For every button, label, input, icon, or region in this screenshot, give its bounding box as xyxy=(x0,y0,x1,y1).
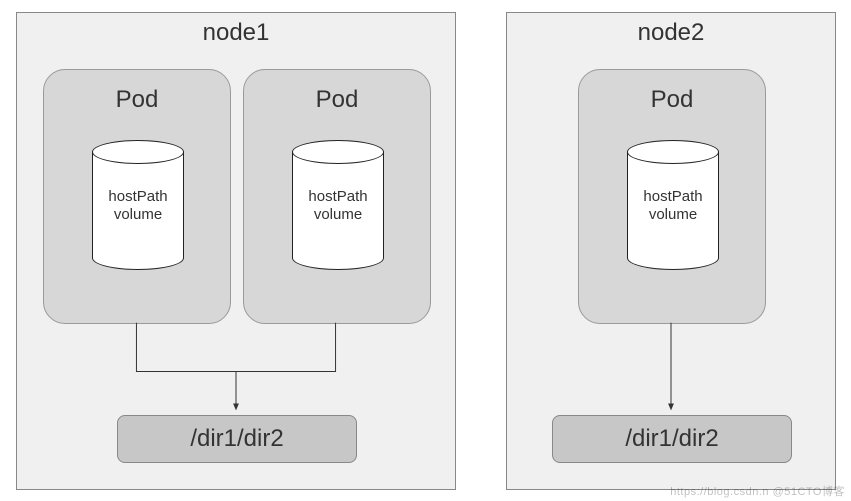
node1-title: node1 xyxy=(17,19,455,47)
volume-label-line2: volume xyxy=(314,206,362,223)
node2-pod-c-title: Pod xyxy=(579,86,765,114)
node1-pod-b-title: Pod xyxy=(244,86,430,114)
node2-box: node2 Pod hostPath volume /dir1/dir2 xyxy=(506,12,836,490)
node2-dir-box: /dir1/dir2 xyxy=(552,415,792,463)
volume-label-line1: hostPath xyxy=(643,188,702,205)
node1-dir-path: /dir1/dir2 xyxy=(190,425,283,453)
node1-pod-a-volume-cylinder: hostPath volume xyxy=(92,140,184,270)
node2-pod-c-volume-cylinder: hostPath volume xyxy=(627,140,719,270)
watermark-text: https://blog.csdn.n @51CTO博客 xyxy=(670,483,845,499)
node1-dir-box: /dir1/dir2 xyxy=(117,415,357,463)
node1-pod-b-volume-label: hostPath volume xyxy=(292,188,384,224)
node1-box: node1 Pod hostPath volume Pod hostPath v… xyxy=(16,12,456,490)
node1-pod-b-volume-cylinder: hostPath volume xyxy=(292,140,384,270)
volume-label-line2: volume xyxy=(649,206,697,223)
node1-pod-a: Pod hostPath volume xyxy=(43,69,231,324)
node1-pod-b: Pod hostPath volume xyxy=(243,69,431,324)
node2-title: node2 xyxy=(507,19,835,47)
node2-pod-c: Pod hostPath volume xyxy=(578,69,766,324)
node1-pod-a-title: Pod xyxy=(44,86,230,114)
volume-label-line2: volume xyxy=(114,206,162,223)
node1-pod-a-volume-label: hostPath volume xyxy=(92,188,184,224)
volume-label-line1: hostPath xyxy=(108,188,167,205)
volume-label-line1: hostPath xyxy=(308,188,367,205)
node2-dir-path: /dir1/dir2 xyxy=(625,425,718,453)
node2-pod-c-volume-label: hostPath volume xyxy=(627,188,719,224)
